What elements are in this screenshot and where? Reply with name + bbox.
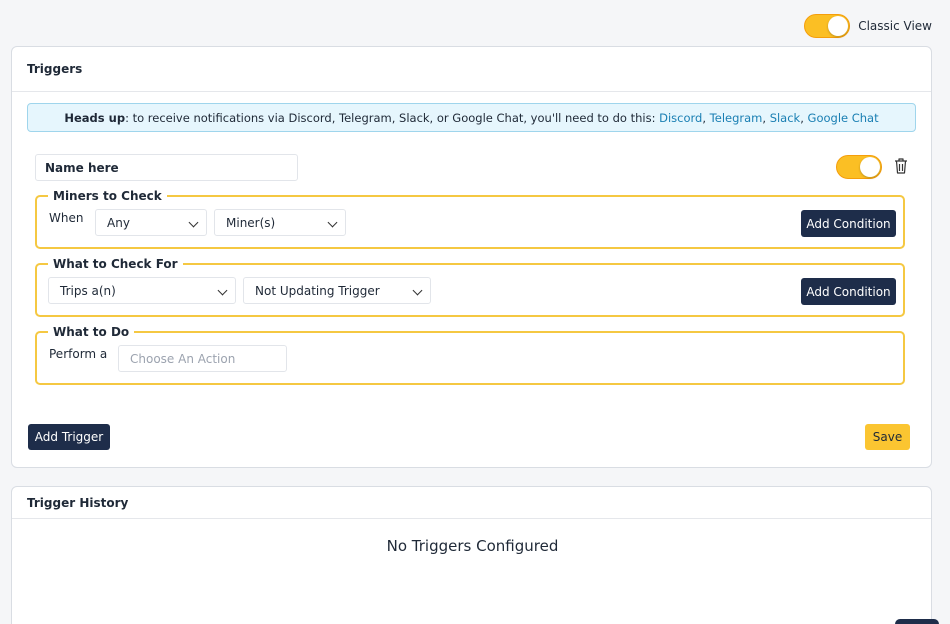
chevron-down-icon	[188, 217, 199, 228]
google-chat-link[interactable]: Google Chat	[808, 111, 879, 125]
slack-link[interactable]: Slack	[770, 111, 801, 125]
classic-view-toggle-group: Classic View	[804, 14, 932, 38]
classic-view-label: Classic View	[858, 19, 932, 33]
miner-target-select[interactable]: Miner(s)	[214, 209, 346, 236]
trash-icon[interactable]	[893, 157, 909, 175]
what-to-do-legend: What to Do	[53, 325, 130, 339]
discord-link[interactable]: Discord	[659, 111, 702, 125]
quantifier-select[interactable]: Any	[95, 209, 207, 236]
miners-to-check-legend: Miners to Check	[53, 189, 162, 203]
chevron-down-icon	[217, 285, 228, 296]
chevron-down-icon	[412, 285, 423, 296]
alert-message: : to receive notifications via Discord, …	[125, 110, 660, 125]
trigger-type-select[interactable]: Not Updating Trigger	[243, 277, 431, 304]
trigger-history-title: Trigger History	[12, 487, 931, 519]
miner-target-value: Miner(s)	[226, 215, 276, 230]
alert-separator: ,	[702, 110, 710, 125]
classic-view-toggle[interactable]	[804, 14, 851, 38]
add-condition-button[interactable]: Add Condition	[801, 210, 896, 237]
notification-alert: Heads up : to receive notifications via …	[27, 103, 916, 132]
add-condition-button[interactable]: Add Condition	[801, 278, 896, 305]
add-trigger-button[interactable]: Add Trigger	[28, 424, 110, 450]
alert-separator: ,	[762, 110, 770, 125]
quantifier-value: Any	[107, 215, 130, 230]
what-to-check-legend: What to Check For	[53, 257, 178, 271]
action-select[interactable]: Choose An Action	[118, 345, 287, 372]
trips-value: Trips a(n)	[60, 283, 116, 298]
chevron-down-icon	[327, 217, 338, 228]
trigger-enabled-toggle[interactable]	[836, 155, 882, 179]
empty-state-text: No Triggers Configured	[386, 537, 559, 555]
save-button[interactable]: Save	[865, 424, 910, 450]
telegram-link[interactable]: Telegram	[710, 111, 763, 125]
toggle-knob	[828, 16, 849, 36]
trigger-history-card: Trigger History No Triggers Configured	[11, 486, 932, 624]
trigger-type-value: Not Updating Trigger	[255, 283, 380, 298]
floating-button[interactable]	[895, 619, 939, 624]
alert-heads-up: Heads up	[64, 110, 126, 125]
toggle-knob	[860, 157, 880, 177]
when-label: When	[49, 211, 84, 225]
alert-separator: ,	[800, 110, 808, 125]
triggers-card: Triggers Heads up : to receive notificat…	[11, 46, 932, 468]
triggers-card-title: Triggers	[12, 47, 931, 92]
trigger-name-input[interactable]: Name here	[35, 154, 298, 181]
trips-select[interactable]: Trips a(n)	[48, 277, 236, 304]
perform-label: Perform a	[49, 347, 108, 361]
